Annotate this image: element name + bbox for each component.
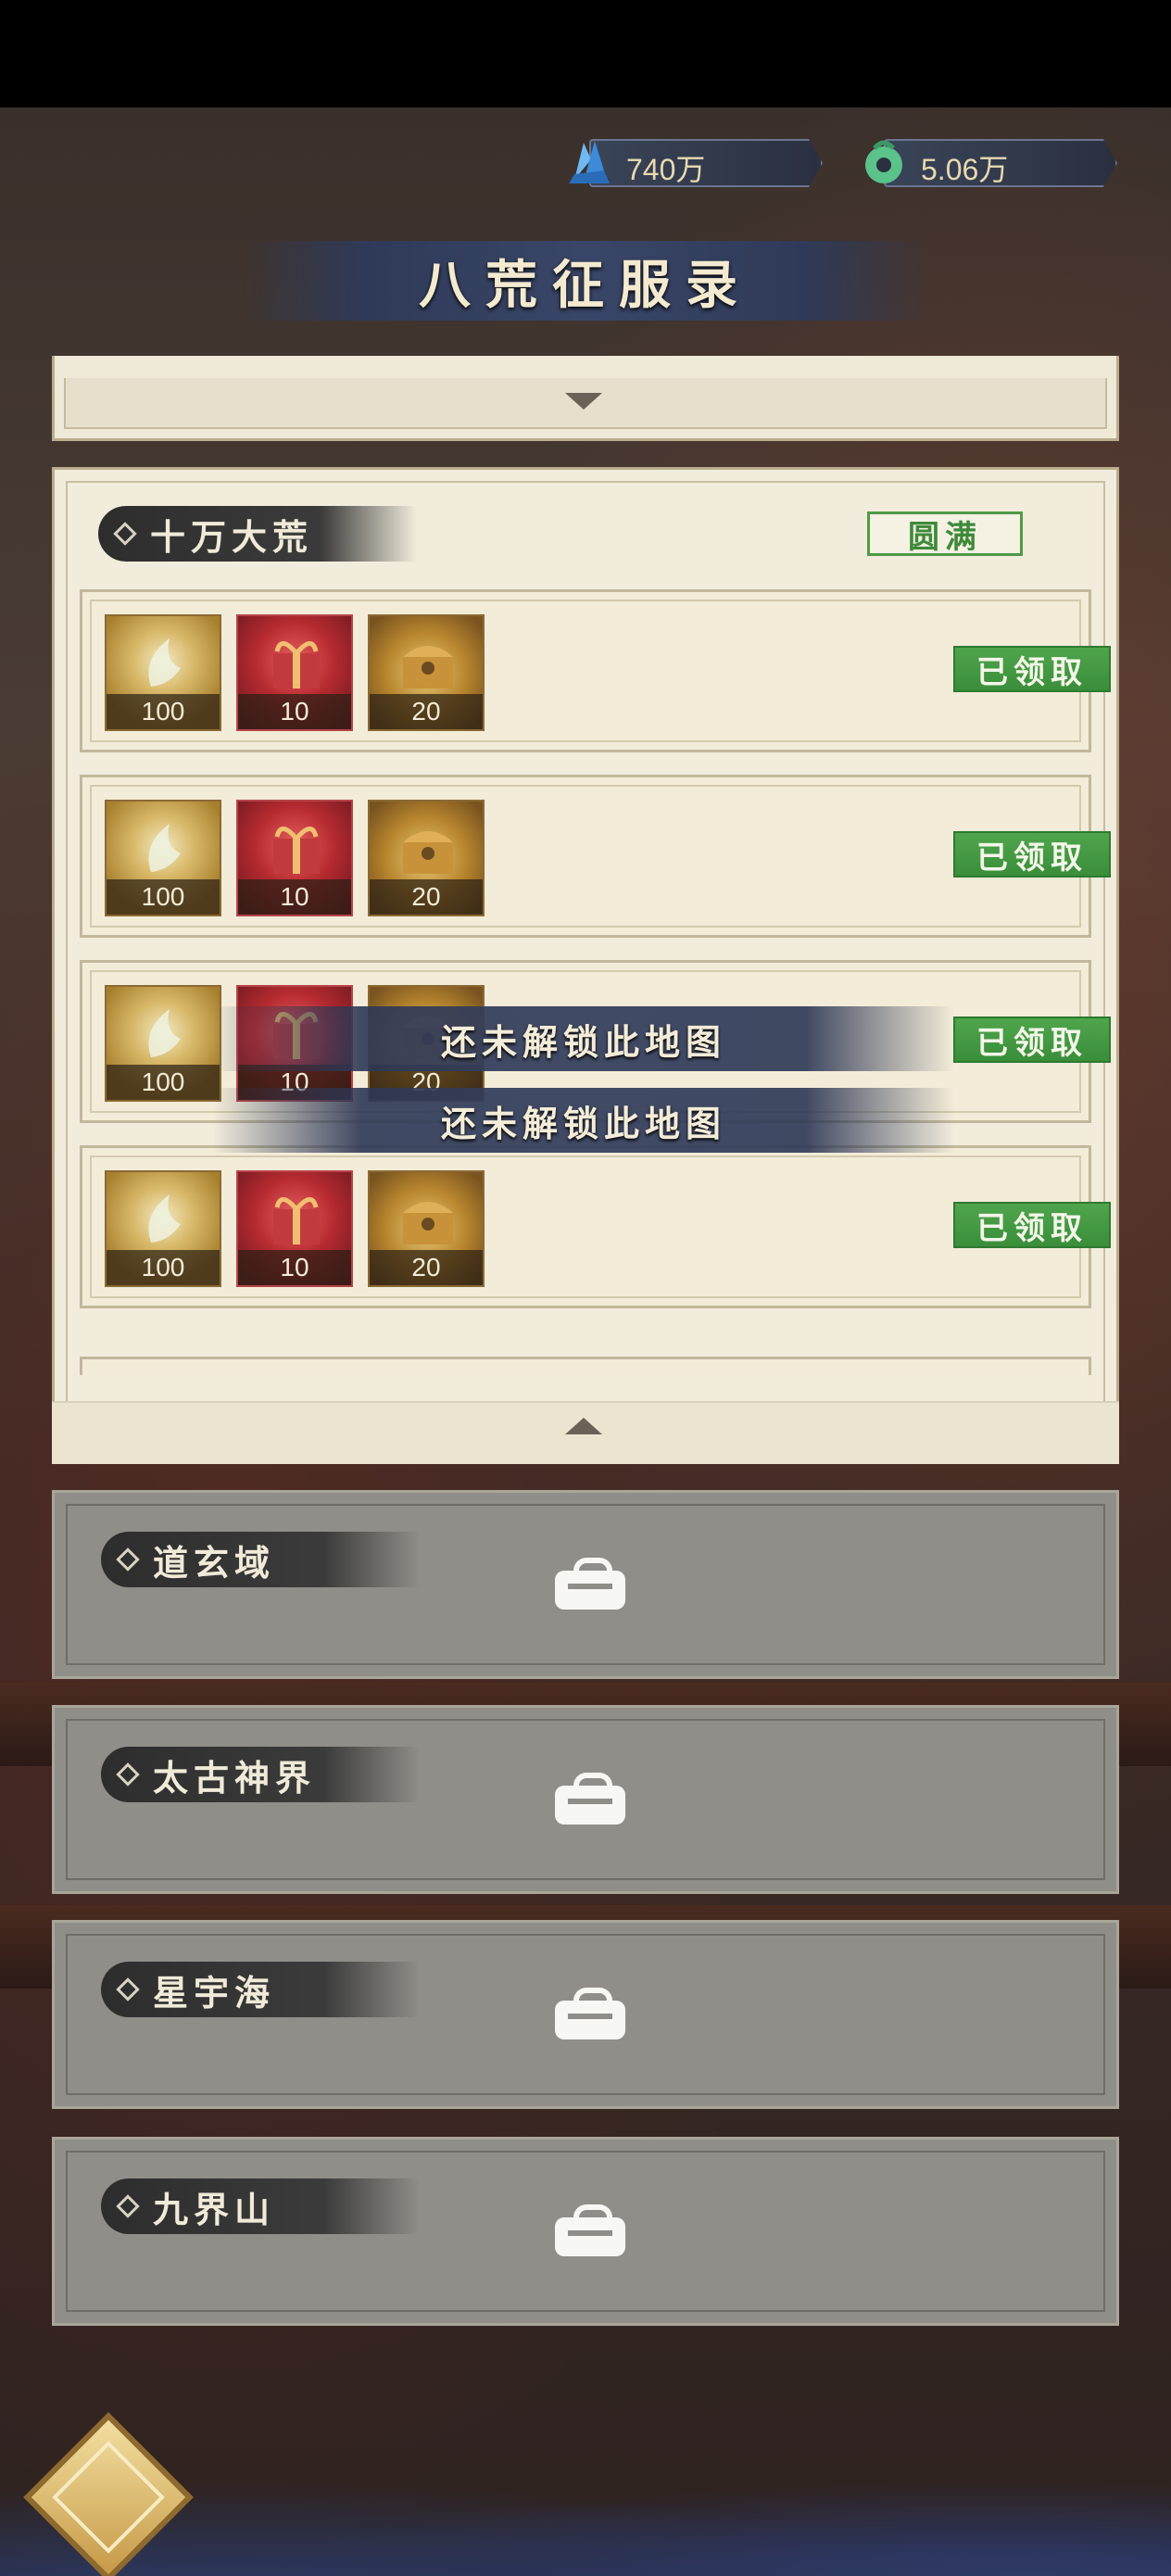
section-title: 十万大荒 [150,515,314,558]
feather-icon [148,1009,181,1057]
reward-item-feather[interactable]: 100 [105,985,221,1102]
diamond-icon [113,522,137,546]
section-header: 十万大荒 [98,506,417,562]
item-quantity: 10 [238,1250,351,1285]
status-bar [0,0,1171,107]
section-title: 太古神界 [153,1756,317,1799]
reward-item-gift[interactable]: 10 [236,1170,353,1287]
section-header: 九界山 [101,2178,420,2234]
locked-section-card[interactable]: 星宇海 [52,1920,1119,2109]
currency-crystal[interactable]: 740万 [561,133,823,189]
feather-icon [148,1194,181,1243]
reward-item-chest[interactable]: 20 [368,1170,485,1287]
emblem-icon [52,2441,165,2554]
item-quantity: 10 [238,879,351,915]
reward-row: 100 10 20 已领取 [80,775,1111,938]
locked-section-card[interactable]: 九界山 [52,2137,1119,2326]
diamond-icon [116,1977,140,2001]
lock-icon [555,1773,625,1825]
item-quantity: 20 [370,1250,483,1285]
jade-coin-icon [865,140,902,183]
diamond-icon [116,1547,140,1572]
item-quantity: 100 [107,1250,220,1285]
reward-item-feather[interactable]: 100 [105,614,221,731]
section-title: 九界山 [153,2188,276,2230]
claimed-button[interactable]: 已领取 [953,831,1111,878]
claimed-button[interactable]: 已领取 [953,1202,1111,1248]
claimed-button[interactable]: 已领取 [953,1017,1111,1063]
section-header: 太古神界 [101,1747,420,1802]
reward-row: 100 10 20 已领取 [80,589,1111,752]
toast-message: 还未解锁此地图 [213,1088,954,1153]
expand-arrow-icon[interactable] [565,393,602,410]
section-title: 星宇海 [153,1971,276,2014]
reward-item-gift[interactable]: 10 [236,614,353,731]
lock-icon [555,2204,625,2256]
blue-crystal-icon [569,141,610,183]
diamond-icon [116,1762,140,1787]
item-quantity: 100 [107,694,220,729]
locked-section-card[interactable]: 道玄域 [52,1490,1119,1679]
reward-item-chest[interactable]: 20 [368,800,485,916]
item-quantity: 20 [370,694,483,729]
section-header: 星宇海 [101,1962,420,2017]
currency-jade[interactable]: 5.06万 [856,133,1117,189]
currency-value: 740万 [626,153,706,186]
chest-icon [403,646,453,688]
section-header: 道玄域 [101,1532,420,1587]
reward-item-chest[interactable]: 20 [368,614,485,731]
reward-row: 100 10 20 已领取 [80,1145,1111,1308]
toast-message: 还未解锁此地图 [213,1006,954,1071]
locked-section-card[interactable]: 太古神界 [52,1705,1119,1894]
section-title: 道玄域 [153,1541,276,1584]
toast-text: 还未解锁此地图 [440,1102,726,1144]
item-quantity: 100 [107,879,220,915]
gift-icon [273,641,320,688]
item-quantity: 100 [107,1065,220,1100]
item-quantity: 20 [370,879,483,915]
toast-text: 还未解锁此地图 [440,1020,726,1063]
reward-item-gift[interactable]: 10 [236,800,353,916]
currency-value: 5.06万 [921,153,1009,186]
claimed-button[interactable]: 已领取 [953,646,1111,692]
reward-item-feather[interactable]: 100 [105,1170,221,1287]
page-title: 八荒征服录 [419,254,752,316]
reward-row-partial [80,1357,1091,1375]
title-banner: 八荒征服录 [241,241,930,321]
chest-icon [403,1202,453,1244]
status-badge: 圆满 [867,511,1023,556]
lock-icon [555,1988,625,2039]
collapse-arrow-icon[interactable] [565,1418,602,1434]
lock-icon [555,1558,625,1610]
diamond-icon [116,2194,140,2218]
item-quantity: 10 [238,694,351,729]
gift-icon [273,1197,320,1244]
chest-icon [403,831,453,874]
gift-icon [273,827,320,874]
feather-icon [148,824,181,872]
feather-icon [148,638,181,687]
reward-item-feather[interactable]: 100 [105,800,221,916]
